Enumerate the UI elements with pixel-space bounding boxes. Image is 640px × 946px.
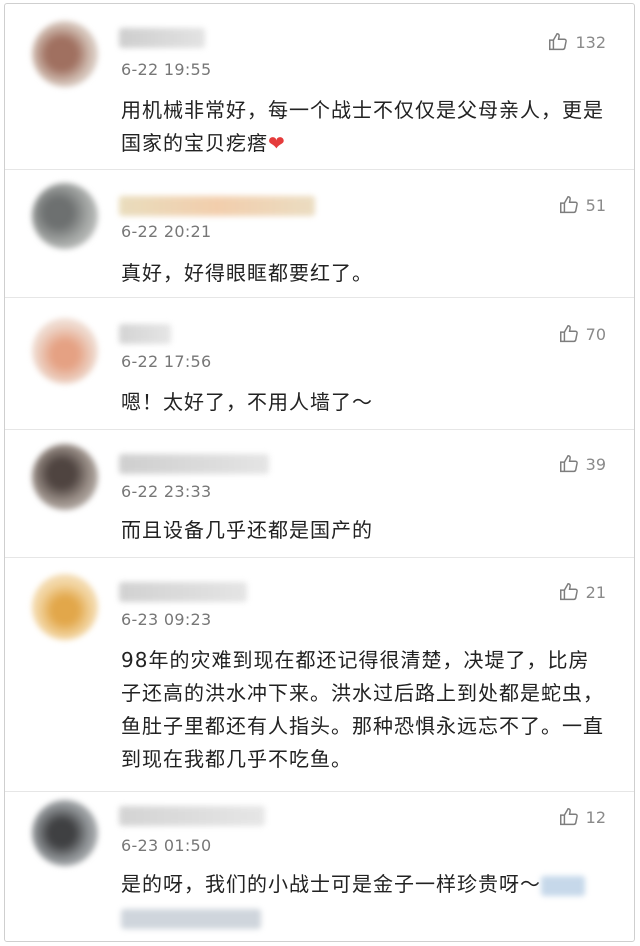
like-count: 51 — [585, 195, 606, 215]
username-blurred[interactable] — [119, 806, 265, 826]
like-count: 12 — [585, 807, 606, 827]
like-count: 21 — [585, 582, 606, 602]
timestamp: 6-23 09:23 — [121, 610, 212, 629]
comment-item: 6-22 23:33 39 而且设备几乎还都是国产的 — [5, 430, 634, 558]
username-blurred[interactable] — [119, 28, 205, 48]
comment-item: 6-22 19:55 132 用机械非常好，每一个战士不仅仅是父母亲人，更是国家… — [5, 4, 634, 170]
thumbs-up-icon — [559, 455, 578, 473]
comment-text: 98年的灾难到现在都还记得很清楚，决堤了，比房子还高的洪水冲下来。洪水过后路上到… — [121, 648, 604, 771]
like-button[interactable]: 51 — [558, 194, 606, 216]
comment-item: 6-23 01:50 12 是的呀，我们的小战士可是金子一样珍贵呀～ — [5, 792, 634, 941]
comment-item: 6-23 09:23 21 98年的灾难到现在都还记得很清楚，决堤了，比房子还高… — [5, 558, 634, 792]
username-blurred[interactable] — [119, 324, 171, 344]
timestamp: 6-22 23:33 — [121, 482, 212, 501]
like-button[interactable]: 132 — [547, 31, 606, 53]
like-count: 39 — [585, 454, 606, 474]
timestamp: 6-22 20:21 — [121, 222, 212, 241]
comment-text: 真好，好得眼眶都要红了。 — [121, 261, 373, 285]
comment-item: 6-22 20:21 51 真好，好得眼眶都要红了。 — [5, 170, 634, 298]
like-button[interactable]: 21 — [558, 581, 606, 603]
timestamp: 6-23 01:50 — [121, 836, 212, 855]
like-count: 70 — [585, 324, 606, 344]
heart-emoji-icon: ❤ — [268, 131, 286, 155]
avatar[interactable] — [32, 444, 98, 510]
comment-text: 而且设备几乎还都是国产的 — [121, 518, 373, 542]
like-button[interactable]: 70 — [558, 323, 606, 345]
timestamp: 6-22 19:55 — [121, 60, 212, 79]
comment-item: 6-22 17:56 70 嗯！太好了，不用人墙了～ — [5, 298, 634, 430]
thumbs-up-icon — [549, 33, 568, 51]
like-count: 132 — [575, 32, 606, 52]
like-button[interactable]: 39 — [558, 453, 606, 475]
username-blurred[interactable] — [119, 196, 315, 216]
comment-list: 6-22 19:55 132 用机械非常好，每一个战士不仅仅是父母亲人，更是国家… — [4, 3, 635, 942]
thumbs-up-icon — [559, 196, 578, 214]
username-blurred[interactable] — [119, 454, 269, 474]
avatar[interactable] — [32, 21, 98, 87]
avatar[interactable] — [32, 183, 98, 249]
thumbs-up-icon — [559, 808, 578, 826]
timestamp: 6-22 17:56 — [121, 352, 212, 371]
thumbs-up-icon — [559, 583, 578, 601]
avatar[interactable] — [32, 800, 98, 866]
username-blurred[interactable] — [119, 582, 247, 602]
thumbs-up-icon — [559, 325, 578, 343]
avatar[interactable] — [32, 318, 98, 384]
avatar[interactable] — [32, 574, 98, 640]
comment-text: 是的呀，我们的小战士可是金子一样珍贵呀～ — [121, 868, 610, 934]
blurred-mention — [541, 875, 585, 896]
blurred-text — [121, 908, 261, 929]
comment-text: 用机械非常好，每一个战士不仅仅是父母亲人，更是国家的宝贝疙瘩❤ — [121, 98, 604, 155]
like-button[interactable]: 12 — [558, 806, 606, 828]
comment-text: 嗯！太好了，不用人墙了～ — [121, 390, 373, 414]
